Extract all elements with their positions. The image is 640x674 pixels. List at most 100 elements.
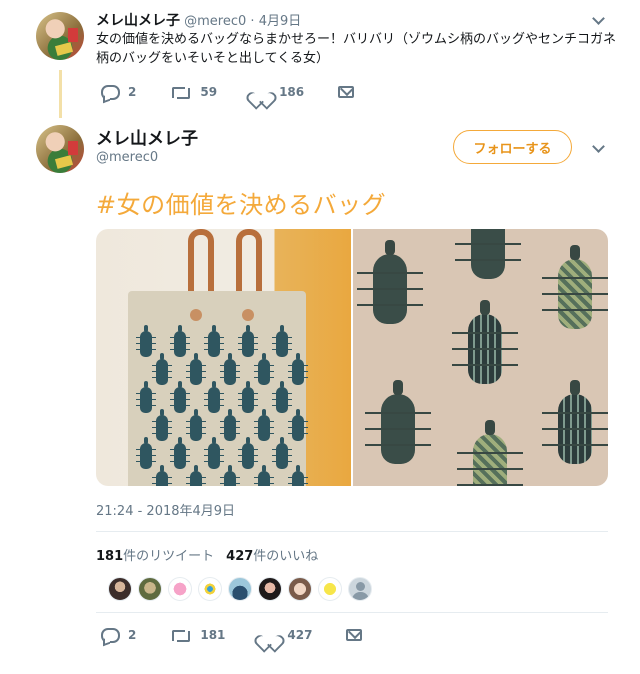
weevil-print xyxy=(452,300,518,384)
retweet-stat-count: 181 xyxy=(96,549,124,564)
bug-motif xyxy=(238,381,258,413)
liker-avatar-default[interactable] xyxy=(348,577,372,601)
tweet-actions: 2 59 186 xyxy=(100,84,388,100)
bug-motif xyxy=(170,325,190,357)
tweet-stats: 181件のリツイート 427件のいいね xyxy=(96,545,318,564)
message-icon xyxy=(346,629,363,641)
bug-motif xyxy=(170,381,190,413)
bug-motif xyxy=(186,465,206,486)
bug-motif xyxy=(288,465,308,486)
bug-motif xyxy=(186,353,206,385)
like-icon xyxy=(251,84,269,100)
tweet-timestamp[interactable]: 21:24 - 2018年4月9日 xyxy=(96,500,235,519)
liker-avatar[interactable] xyxy=(108,577,132,601)
bug-motif xyxy=(152,465,172,486)
liker-avatars xyxy=(108,577,378,601)
retweet-count: 59 xyxy=(200,85,218,99)
reply-icon xyxy=(100,627,120,643)
tweet-header: メレ山メレ子 @merec0 · 4月9日 xyxy=(96,10,301,30)
retweet-stat[interactable]: 181件のリツイート xyxy=(96,549,214,564)
display-name[interactable]: メレ山メレ子 xyxy=(96,124,198,149)
weevil-print xyxy=(365,380,431,464)
chevron-down-icon[interactable] xyxy=(591,140,605,154)
photo-closeup[interactable] xyxy=(353,229,608,486)
message-icon xyxy=(338,86,355,98)
avatar[interactable] xyxy=(36,125,84,173)
tweet-actions: 2 181 427 xyxy=(100,627,396,643)
liker-avatar[interactable] xyxy=(168,577,192,601)
liker-avatar[interactable] xyxy=(288,577,312,601)
bug-motif xyxy=(220,409,240,441)
reply-count: 2 xyxy=(128,85,137,99)
weevil-print xyxy=(357,240,423,324)
like-count: 186 xyxy=(279,85,305,99)
liker-avatar[interactable] xyxy=(198,577,222,601)
like-button[interactable]: 186 xyxy=(251,84,304,100)
photo-bag[interactable] xyxy=(96,229,351,486)
media-grid xyxy=(96,229,608,486)
avatar-book xyxy=(54,42,74,56)
avatar-flag xyxy=(68,141,78,155)
reply-count: 2 xyxy=(128,628,137,642)
handle[interactable]: @merec0 xyxy=(184,14,246,29)
avatar[interactable] xyxy=(36,12,84,60)
bug-motif xyxy=(204,437,224,469)
bug-motif xyxy=(152,409,172,441)
bug-motif xyxy=(170,437,190,469)
follow-button[interactable]: フォローする xyxy=(453,130,572,164)
divider xyxy=(96,612,608,613)
thread-connector xyxy=(59,70,62,118)
bug-motif xyxy=(238,437,258,469)
retweet-icon xyxy=(170,85,191,99)
handle[interactable]: @merec0 xyxy=(96,150,158,165)
liker-avatar[interactable] xyxy=(318,577,342,601)
bug-motif xyxy=(204,325,224,357)
like-button[interactable]: 427 xyxy=(259,627,312,643)
retweet-button[interactable]: 181 xyxy=(170,628,225,642)
bug-motif xyxy=(272,381,292,413)
bag-rivet xyxy=(190,309,202,321)
display-name[interactable]: メレ山メレ子 xyxy=(96,13,180,29)
bug-motif xyxy=(136,325,156,357)
bug-motif xyxy=(254,409,274,441)
message-button[interactable] xyxy=(338,86,355,98)
weevil-print xyxy=(457,420,523,486)
avatar-flag xyxy=(68,28,78,42)
like-icon xyxy=(259,627,277,643)
bug-motif xyxy=(288,409,308,441)
like-stat[interactable]: 427件のいいね xyxy=(226,549,318,564)
bug-motif xyxy=(152,353,172,385)
bug-motif xyxy=(220,465,240,486)
reply-button[interactable]: 2 xyxy=(100,84,137,100)
weevil-print xyxy=(542,380,608,464)
bug-motif xyxy=(288,353,308,385)
bug-motif xyxy=(136,437,156,469)
liker-avatar[interactable] xyxy=(228,577,252,601)
weevil-print xyxy=(471,229,505,279)
bug-motif xyxy=(254,465,274,486)
message-button[interactable] xyxy=(346,629,363,641)
liker-avatar[interactable] xyxy=(138,577,162,601)
bug-motif xyxy=(204,381,224,413)
retweet-button[interactable]: 59 xyxy=(170,85,217,99)
bag-rivet xyxy=(242,309,254,321)
hashtag-link[interactable]: #女の価値を決めるバッグ xyxy=(96,185,386,220)
liker-avatar[interactable] xyxy=(258,577,282,601)
bug-motif xyxy=(272,325,292,357)
like-stat-count: 427 xyxy=(226,549,254,564)
divider xyxy=(96,531,608,532)
bug-motif xyxy=(220,353,240,385)
bug-motif xyxy=(272,437,292,469)
retweet-count: 181 xyxy=(200,628,226,642)
bug-motif xyxy=(238,325,258,357)
separator: · xyxy=(250,14,255,29)
bug-motif xyxy=(186,409,206,441)
reply-button[interactable]: 2 xyxy=(100,627,137,643)
tweet-date[interactable]: 4月9日 xyxy=(259,14,302,29)
retweet-stat-label: 件のリツイート xyxy=(123,549,215,564)
chevron-down-icon[interactable] xyxy=(591,12,605,26)
weevil-print xyxy=(542,245,608,329)
tweet-text: 女の価値を決めるバッグならまかせろー！バリバリ（ゾウムシ柄のバッグやセンチコガネ… xyxy=(96,32,617,66)
bug-motif xyxy=(136,381,156,413)
retweet-icon xyxy=(170,628,191,642)
